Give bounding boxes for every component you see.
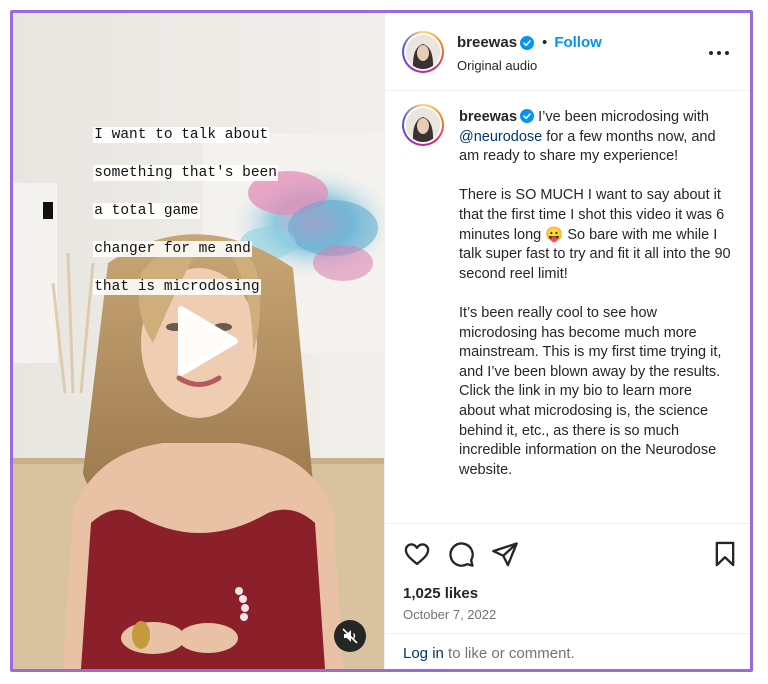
like-button[interactable] — [403, 540, 431, 568]
share-button[interactable] — [491, 540, 519, 568]
play-button[interactable] — [163, 301, 243, 381]
caption-username[interactable]: breewas — [459, 109, 517, 125]
save-button[interactable] — [711, 540, 739, 568]
caption-area: breewas I’ve been microdosing with @neur… — [385, 92, 750, 525]
post-date[interactable]: October 7, 2022 — [403, 607, 496, 622]
caption-line: something that's been — [93, 165, 278, 181]
mute-button[interactable] — [334, 620, 366, 652]
caption-line: a total game — [93, 203, 200, 219]
header-username[interactable]: breewas — [457, 34, 517, 51]
post-details-panel: breewas • Follow Original audio breewas … — [384, 13, 750, 669]
more-options-button[interactable] — [707, 43, 731, 63]
bookmark-icon — [715, 541, 735, 567]
post-header: breewas • Follow Original audio — [385, 13, 750, 91]
verified-icon — [520, 109, 535, 123]
muted-icon — [342, 628, 358, 644]
emoji: 😛 — [545, 226, 564, 243]
audio-label[interactable]: Original audio — [457, 58, 537, 73]
separator-dot: • — [542, 34, 548, 51]
caption-line: changer for me and — [93, 241, 252, 257]
heart-icon — [404, 543, 430, 566]
login-prompt-text: to like or comment. — [443, 645, 575, 662]
action-bar — [385, 523, 750, 581]
caption-line: I want to talk about — [93, 127, 270, 143]
more-icon — [709, 51, 729, 55]
mention-link[interactable]: @neurodose — [459, 129, 542, 145]
comment-icon — [449, 542, 474, 567]
reel-video[interactable]: I want to talk about something that's be… — [13, 13, 384, 669]
caption-text: It’s been really cool to see how microdo… — [459, 304, 722, 478]
avatar[interactable] — [402, 31, 444, 73]
login-link[interactable]: Log in — [403, 645, 444, 662]
caption-line: that is microdosing — [93, 279, 261, 295]
follow-button[interactable]: Follow — [554, 34, 602, 51]
share-icon — [492, 542, 518, 567]
verified-icon — [520, 35, 535, 50]
comment-button[interactable] — [447, 540, 475, 568]
login-prompt: Log in to like or comment. — [385, 633, 750, 669]
avatar[interactable] — [402, 104, 444, 146]
video-caption: I want to talk about something that's be… — [41, 107, 281, 316]
post-caption: breewas I’ve been microdosing with @neur… — [459, 108, 731, 500]
play-icon — [178, 306, 238, 376]
like-count[interactable]: 1,025 likes — [403, 585, 478, 602]
text-cursor — [43, 202, 53, 219]
caption-text: I’ve been microdosing with — [534, 109, 709, 125]
post-frame: I want to talk about something that's be… — [10, 10, 753, 672]
